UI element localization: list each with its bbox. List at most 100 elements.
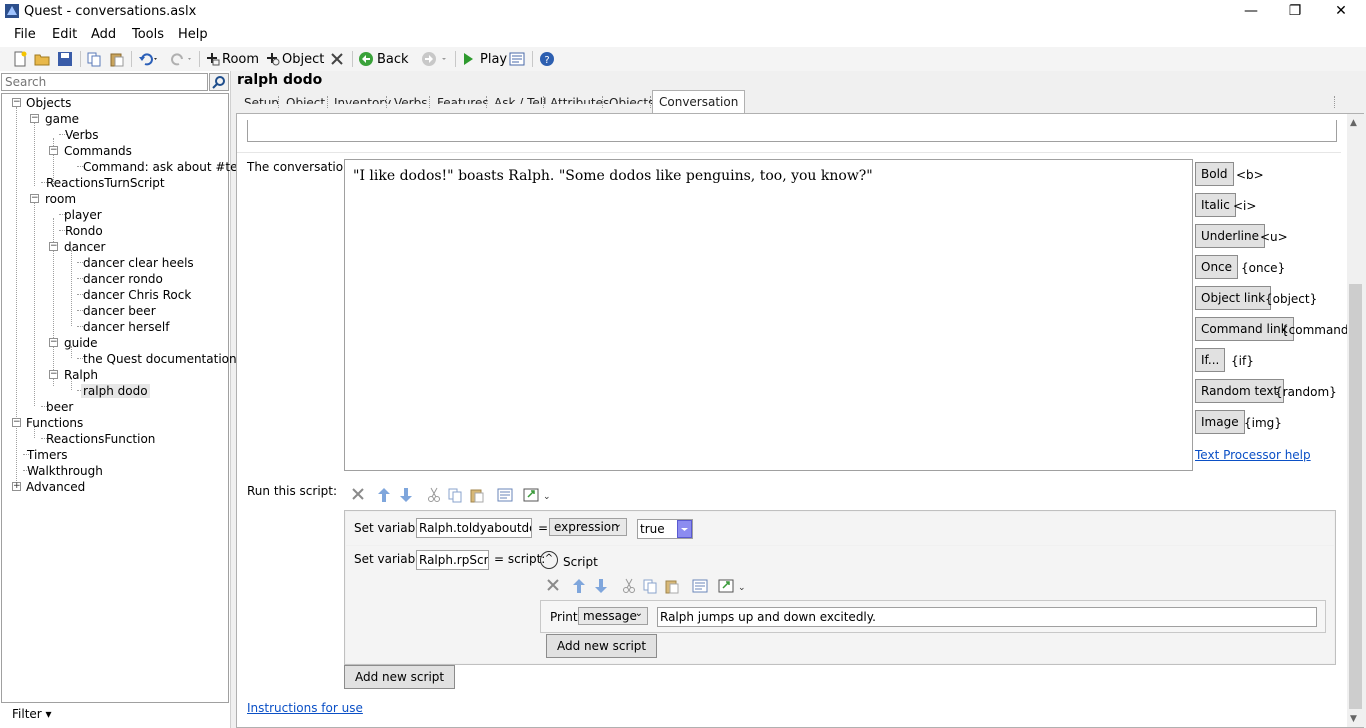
object-link-button[interactable]: Object link bbox=[1195, 286, 1272, 310]
print-type-dropdown[interactable]: message ⌄ bbox=[578, 607, 648, 625]
code-view-icon[interactable] bbox=[497, 487, 513, 503]
paste-icon[interactable] bbox=[469, 487, 485, 503]
collapse-game-toggle[interactable]: − bbox=[30, 114, 39, 123]
tree-node-commands[interactable]: Commands bbox=[64, 144, 132, 158]
tree-node-quest-documentation[interactable]: the Quest documentation bbox=[83, 352, 237, 366]
scroll-up-icon[interactable]: ▲ bbox=[1350, 118, 1357, 128]
tree-node-walkthrough[interactable]: Walkthrough bbox=[27, 464, 103, 478]
paste-icon[interactable] bbox=[664, 578, 680, 594]
move-up-icon[interactable] bbox=[377, 487, 391, 503]
tree-node-advanced[interactable]: Advanced bbox=[26, 480, 85, 494]
tree-node-verbs[interactable]: Verbs bbox=[65, 128, 98, 142]
tree-node-command-ask[interactable]: Command: ask about #text# bbox=[83, 160, 259, 174]
tree-node-dancer-clear-heels[interactable]: dancer clear heels bbox=[83, 256, 194, 270]
random-text-button[interactable]: Random text bbox=[1195, 379, 1285, 403]
delete-icon[interactable] bbox=[546, 578, 560, 592]
tree-node-reactions-turn-script[interactable]: ReactionsTurnScript bbox=[46, 176, 165, 190]
restore-button[interactable]: ❐ bbox=[1272, 0, 1318, 23]
back-button[interactable]: Back bbox=[358, 50, 409, 68]
popout-editor-icon[interactable] bbox=[718, 578, 734, 594]
italic-button[interactable]: Italic bbox=[1195, 193, 1236, 217]
image-button[interactable]: Image bbox=[1195, 410, 1245, 434]
redo-icon[interactable] bbox=[170, 50, 192, 68]
command-link-button[interactable]: Command link bbox=[1195, 317, 1294, 341]
delete-icon[interactable] bbox=[351, 487, 365, 501]
open-folder-icon[interactable] bbox=[34, 50, 50, 68]
help-icon[interactable]: ? bbox=[539, 50, 555, 68]
if-button[interactable]: If... bbox=[1195, 348, 1226, 372]
delete-icon[interactable] bbox=[330, 50, 344, 68]
collapse-objects-toggle[interactable]: − bbox=[12, 98, 21, 107]
tab-conversation[interactable]: Conversation bbox=[652, 90, 746, 114]
tree-node-rondo[interactable]: Rondo bbox=[65, 224, 103, 238]
expression-type-dropdown[interactable]: expression ⌄ bbox=[549, 518, 627, 536]
expand-advanced-toggle[interactable]: + bbox=[12, 482, 21, 491]
tree-node-beer[interactable]: beer bbox=[46, 400, 73, 414]
tree-node-objects[interactable]: Objects bbox=[26, 96, 71, 110]
more-options-icon[interactable]: ⌄ bbox=[738, 583, 746, 593]
menu-file[interactable]: File bbox=[14, 27, 36, 42]
tab-verbs[interactable]: Verbs bbox=[388, 92, 433, 104]
paste-icon[interactable] bbox=[109, 50, 125, 68]
popout-editor-icon[interactable] bbox=[523, 487, 539, 503]
tree-node-room[interactable]: room bbox=[45, 192, 76, 206]
collapse-functions-toggle[interactable]: − bbox=[12, 418, 21, 427]
new-file-icon[interactable] bbox=[12, 50, 28, 68]
expression-editor-button[interactable] bbox=[677, 520, 692, 538]
minimize-button[interactable]: — bbox=[1228, 0, 1274, 23]
once-button[interactable]: Once bbox=[1195, 255, 1239, 279]
cut-icon[interactable] bbox=[622, 578, 636, 594]
filter-dropdown[interactable]: Filter ▾ bbox=[12, 707, 52, 721]
move-down-icon[interactable] bbox=[399, 487, 413, 503]
menu-tools[interactable]: Tools bbox=[132, 27, 164, 42]
more-options-icon[interactable]: ⌄ bbox=[543, 492, 551, 502]
tree-node-ralph-dodo[interactable]: ralph dodo bbox=[81, 384, 150, 398]
close-button[interactable]: ✕ bbox=[1318, 0, 1364, 23]
move-up-icon[interactable] bbox=[572, 578, 586, 594]
top-text-field[interactable] bbox=[247, 120, 1337, 142]
collapse-room-toggle[interactable]: − bbox=[30, 194, 39, 203]
tree-node-reactions-function[interactable]: ReactionsFunction bbox=[46, 432, 155, 446]
tree-node-dancer-rondo[interactable]: dancer rondo bbox=[83, 272, 163, 286]
add-new-script-inner-button[interactable]: Add new script bbox=[546, 634, 658, 658]
copy-icon[interactable] bbox=[86, 50, 102, 68]
menu-help[interactable]: Help bbox=[178, 27, 208, 42]
add-room-button[interactable]: Room bbox=[206, 50, 259, 68]
tree-node-dancer[interactable]: dancer bbox=[64, 240, 106, 254]
tree-node-dancer-chris-rock[interactable]: dancer Chris Rock bbox=[83, 288, 191, 302]
conversation-text-editor[interactable]: "I like dodos!" boasts Ralph. "Some dodo… bbox=[344, 159, 1193, 471]
bold-button[interactable]: Bold bbox=[1195, 162, 1234, 186]
tree-node-game[interactable]: game bbox=[45, 112, 79, 126]
scroll-down-icon[interactable]: ▼ bbox=[1350, 714, 1357, 724]
copy-icon[interactable] bbox=[642, 578, 658, 594]
menu-add[interactable]: Add bbox=[91, 27, 116, 42]
script-variable-input[interactable]: Ralph.rpScript bbox=[416, 550, 489, 570]
tab-object[interactable]: Object bbox=[280, 92, 331, 104]
collapse-dancer-toggle[interactable]: − bbox=[49, 242, 58, 251]
instructions-link[interactable]: Instructions for use bbox=[247, 701, 363, 715]
collapse-guide-toggle[interactable]: − bbox=[49, 338, 58, 347]
tree-node-guide[interactable]: guide bbox=[64, 336, 98, 350]
collapse-commands-toggle[interactable]: − bbox=[49, 146, 58, 155]
forward-icon[interactable] bbox=[421, 50, 449, 68]
save-icon[interactable] bbox=[57, 50, 73, 68]
move-down-icon[interactable] bbox=[594, 578, 608, 594]
play-button[interactable]: Play bbox=[462, 50, 507, 68]
add-new-script-button[interactable]: Add new script bbox=[344, 665, 456, 689]
copy-icon[interactable] bbox=[447, 487, 463, 503]
tree-node-ralph[interactable]: Ralph bbox=[64, 368, 98, 382]
tree-node-dancer-herself[interactable]: dancer herself bbox=[83, 320, 169, 334]
menu-edit[interactable]: Edit bbox=[52, 27, 77, 42]
variable-name-input[interactable]: Ralph.toldyaboutdodos bbox=[416, 518, 532, 538]
tree-node-player[interactable]: player bbox=[64, 208, 102, 222]
cut-icon[interactable] bbox=[427, 487, 441, 503]
tree-node-functions[interactable]: Functions bbox=[26, 416, 83, 430]
tree-node-dancer-beer[interactable]: dancer beer bbox=[83, 304, 156, 318]
search-input[interactable] bbox=[1, 73, 208, 91]
undo-icon[interactable] bbox=[138, 50, 160, 68]
print-message-input[interactable]: Ralph jumps up and down excitedly. bbox=[657, 607, 1317, 627]
code-view-icon[interactable] bbox=[509, 50, 525, 68]
vertical-scrollbar[interactable]: ▲ ▼ bbox=[1347, 114, 1364, 727]
collapse-ralph-toggle[interactable]: − bbox=[49, 370, 58, 379]
search-icon[interactable] bbox=[209, 73, 229, 91]
